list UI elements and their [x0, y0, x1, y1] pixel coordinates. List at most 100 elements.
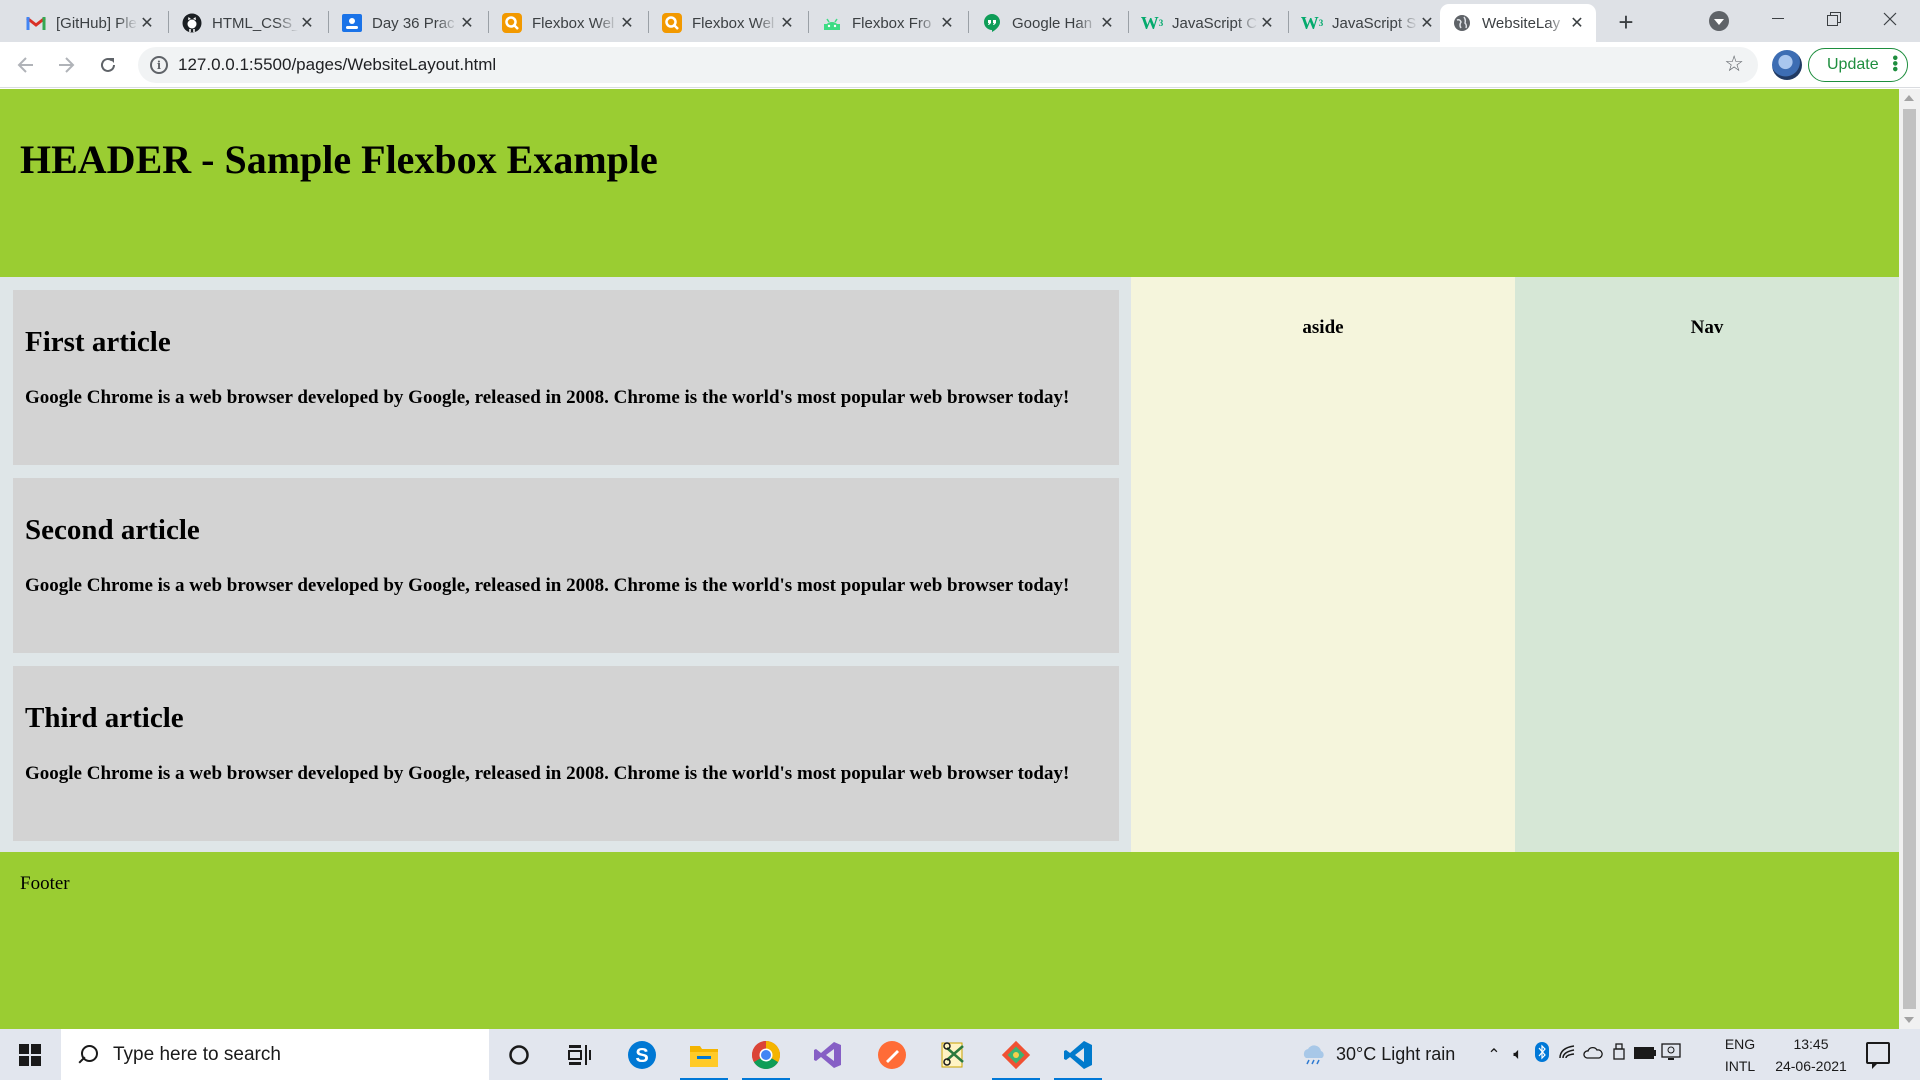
avatar[interactable] [1772, 50, 1802, 80]
vscode-icon[interactable] [1054, 1035, 1102, 1080]
close-tab-icon[interactable]: ✕ [618, 14, 636, 32]
git-icon[interactable] [992, 1035, 1040, 1080]
windows-logo-icon [19, 1043, 41, 1066]
search-icon [75, 1043, 99, 1067]
footer-text: Footer [20, 873, 70, 894]
w3schools-icon: W3 [1300, 12, 1324, 33]
chevron-up-icon[interactable]: ⌃ [1482, 1045, 1506, 1065]
display-icon[interactable] [1658, 1043, 1684, 1066]
bookmark-star-icon[interactable]: ☆ [1724, 51, 1744, 77]
onedrive-icon[interactable] [1580, 1045, 1606, 1064]
article-heading: First article [25, 326, 171, 358]
reload-icon[interactable] [92, 49, 124, 81]
usb-device-icon[interactable] [1606, 1043, 1632, 1066]
url-text[interactable]: 127.0.0.1:5500/pages/WebsiteLayout.html [178, 55, 496, 75]
speaker-icon[interactable]: 🔈︎ [1506, 1046, 1530, 1064]
search-magnifier-icon [662, 13, 682, 33]
windows-taskbar: Type here to search S 30°C Light rain ⌃ [0, 1029, 1920, 1080]
file-explorer-icon[interactable] [680, 1035, 728, 1080]
restore-icon[interactable] [1806, 0, 1862, 38]
tab-title: JavaScript S [1332, 14, 1417, 32]
clock-date: 24-06-2021 [1775, 1057, 1847, 1074]
tab-github[interactable]: HTML_CSS_ ✕ [170, 4, 326, 42]
gmail-icon [26, 13, 46, 33]
system-tray: ⌃ 🔈︎ [1482, 1029, 1684, 1080]
tab-flexbox-froggy[interactable]: Flexbox Fro ✕ [810, 4, 966, 42]
minimize-icon[interactable] [1750, 0, 1806, 38]
back-arrow-icon[interactable] [10, 49, 42, 81]
close-tab-icon[interactable]: ✕ [778, 14, 796, 32]
bluetooth-icon[interactable] [1530, 1042, 1554, 1067]
tab-javascript-2[interactable]: W3 JavaScript S ✕ [1290, 4, 1446, 42]
nav-section: Nav [1515, 277, 1899, 852]
tab-hangouts[interactable]: Google Han ✕ [970, 4, 1126, 42]
scrollbar-thumb[interactable] [1903, 109, 1916, 1009]
search-magnifier-icon [502, 13, 522, 33]
vertical-scrollbar[interactable] [1899, 89, 1920, 1029]
start-button[interactable] [0, 1029, 60, 1080]
article-body: Google Chrome is a web browser developed… [25, 575, 1070, 596]
tab-title: [GitHub] Ple [56, 14, 137, 32]
tab-divider [808, 11, 809, 33]
skype-icon[interactable]: S [618, 1035, 666, 1075]
cloud-rain-icon [1303, 1044, 1324, 1064]
tab-search-icon[interactable] [1709, 11, 1729, 31]
close-tab-icon[interactable]: ✕ [1418, 14, 1436, 32]
tab-javascript-1[interactable]: W3 JavaScript C ✕ [1130, 4, 1286, 42]
forward-arrow-icon[interactable] [50, 49, 82, 81]
tab-title: Day 36 Prac [372, 14, 455, 32]
close-tab-icon[interactable]: ✕ [1258, 14, 1276, 32]
visual-studio-icon[interactable] [804, 1035, 852, 1075]
more-menu-icon[interactable]: ••• [1886, 55, 1903, 72]
close-tab-icon[interactable]: ✕ [1568, 14, 1586, 32]
new-tab-button[interactable]: + [1612, 7, 1640, 37]
article-card: First article Google Chrome is a web bro… [13, 290, 1119, 465]
update-button[interactable]: Update ••• [1808, 48, 1908, 82]
svg-text:S: S [635, 1045, 648, 1067]
page-viewport: HEADER - Sample Flexbox Example First ar… [0, 89, 1899, 1029]
notification-center-icon[interactable] [1866, 1042, 1890, 1069]
clock[interactable]: 13:45 24-06-2021 [1768, 1029, 1854, 1080]
chrome-icon[interactable] [742, 1035, 790, 1080]
aside-label: aside [1302, 317, 1344, 338]
info-icon[interactable]: i [150, 56, 168, 74]
github-icon [182, 13, 202, 33]
tab-strip: [GitHub] Ple ✕ HTML_CSS_ ✕ Day 36 Prac ✕… [0, 0, 1920, 42]
nav-label: Nav [1690, 317, 1724, 338]
task-view-icon[interactable] [556, 1035, 604, 1075]
tab-flexbox-2[interactable]: Flexbox Wel ✕ [650, 4, 806, 42]
w3schools-icon: W3 [1140, 12, 1164, 33]
weather-widget[interactable]: 30°C Light rain [1300, 1029, 1455, 1080]
tab-flexbox-1[interactable]: Flexbox Wel ✕ [490, 4, 646, 42]
wifi-icon[interactable] [1554, 1044, 1580, 1065]
scroll-up-arrow-icon[interactable] [1904, 95, 1914, 101]
close-tab-icon[interactable]: ✕ [938, 14, 956, 32]
google-hangouts-icon [982, 13, 1002, 33]
close-tab-icon[interactable]: ✕ [298, 14, 316, 32]
google-classroom-icon [342, 13, 362, 33]
tab-website-layout[interactable]: WebsiteLay ✕ [1440, 4, 1596, 42]
scroll-down-arrow-icon[interactable] [1904, 1017, 1914, 1023]
cortana-icon[interactable] [495, 1035, 543, 1075]
address-bar[interactable]: i 127.0.0.1:5500/pages/WebsiteLayout.htm… [138, 47, 1758, 83]
search-placeholder: Type here to search [113, 1043, 281, 1065]
postman-icon[interactable] [868, 1035, 916, 1075]
page-header: HEADER - Sample Flexbox Example [0, 89, 1899, 277]
tab-classroom[interactable]: Day 36 Prac ✕ [330, 4, 486, 42]
article-body: Google Chrome is a web browser developed… [25, 387, 1070, 408]
article-heading: Second article [25, 514, 200, 546]
snipping-tool-icon[interactable] [930, 1035, 978, 1075]
tab-title: HTML_CSS_ [212, 14, 298, 32]
close-tab-icon[interactable]: ✕ [138, 14, 156, 32]
tab-gmail[interactable]: [GitHub] Ple ✕ [14, 4, 166, 42]
battery-icon[interactable] [1632, 1046, 1658, 1064]
close-tab-icon[interactable]: ✕ [1098, 14, 1116, 32]
close-tab-icon[interactable]: ✕ [458, 14, 476, 32]
language-indicator[interactable]: ENG INTL [1720, 1029, 1760, 1080]
tab-divider [1288, 11, 1289, 33]
taskbar-search[interactable]: Type here to search [61, 1029, 489, 1080]
article-card: Third article Google Chrome is a web bro… [13, 666, 1119, 841]
tab-divider [168, 11, 169, 33]
clock-time: 13:45 [1793, 1035, 1829, 1052]
close-window-icon[interactable] [1862, 0, 1918, 38]
